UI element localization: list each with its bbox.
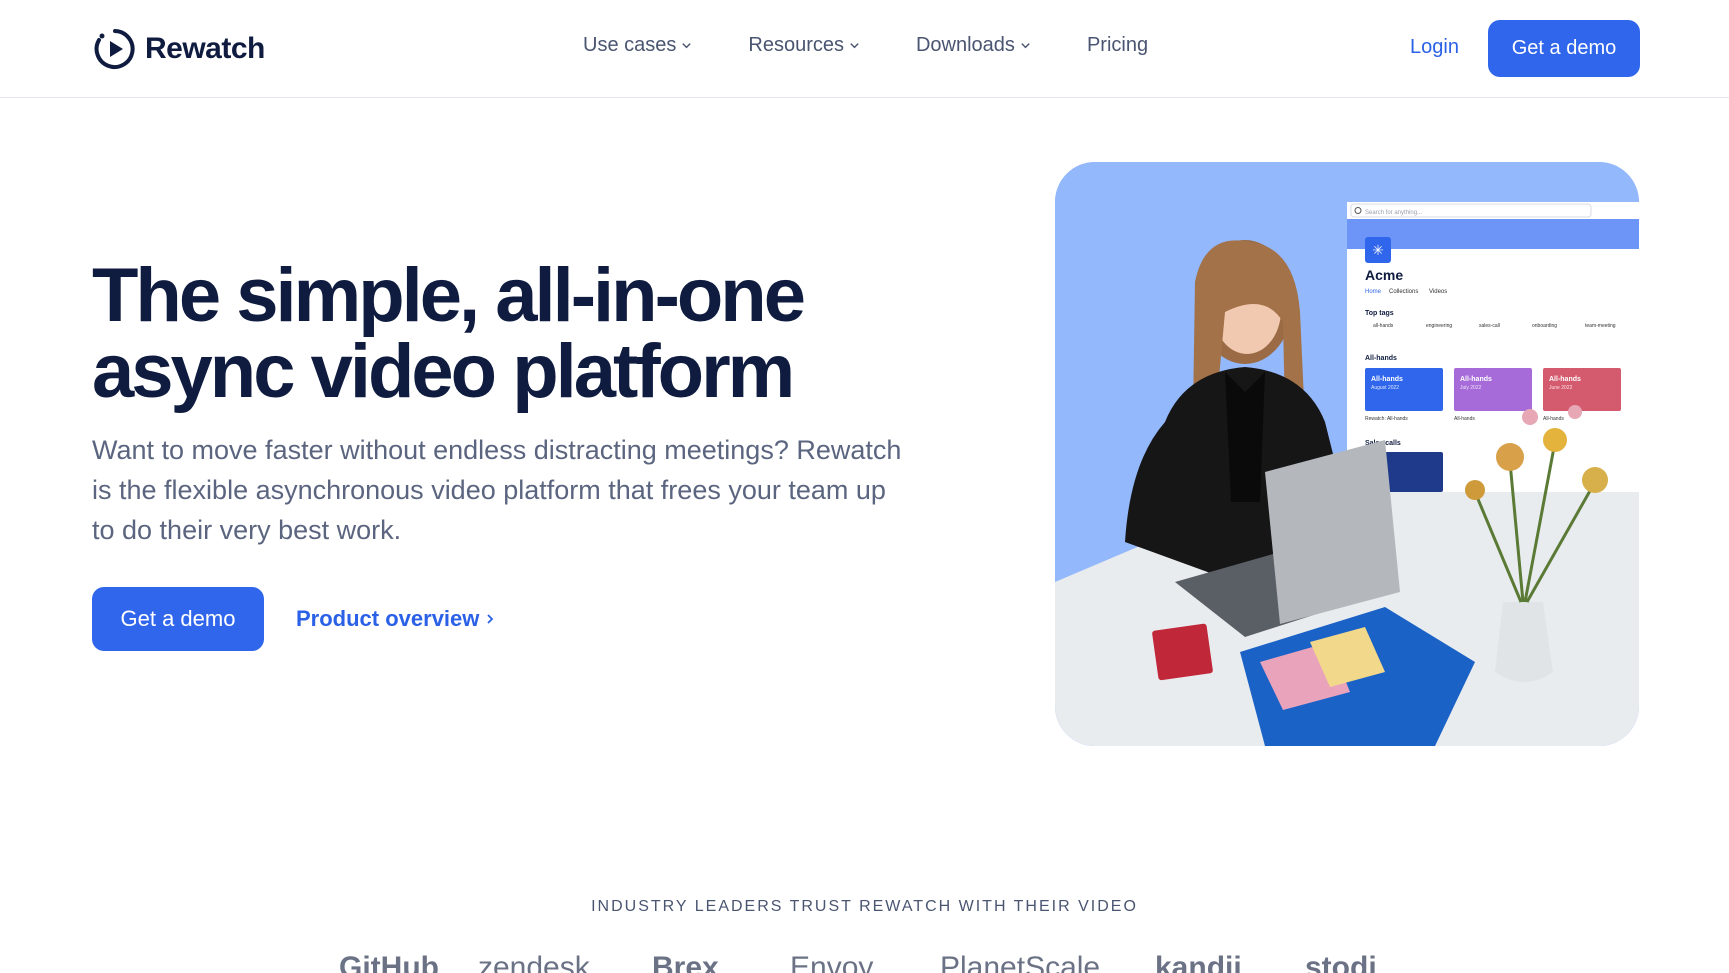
card-subtitle: August 2022	[1371, 385, 1399, 391]
trust-heading: INDUSTRY LEADERS TRUST REWATCH WITH THEI…	[591, 898, 1138, 915]
main-nav: Use cases Resources Downloads Pricing	[583, 34, 1148, 57]
logo-github: GitHub	[339, 951, 439, 973]
chevron-down-icon	[850, 43, 859, 49]
brand-logo[interactable]: Rewatch	[93, 27, 265, 71]
tag: onboarding	[1532, 323, 1557, 329]
card-title: All-hands	[1371, 376, 1403, 383]
logo-kandji: kandji	[1155, 951, 1242, 973]
nav-label: Pricing	[1086, 34, 1149, 56]
chevron-down-icon	[682, 43, 692, 49]
nav-label: Resources	[748, 34, 844, 56]
card-title: All-hands	[1549, 376, 1581, 383]
workspace-icon: ✳	[1372, 243, 1384, 259]
card-subtitle: June 2022	[1549, 385, 1573, 391]
card-caption: Rewatch: All-hands	[1365, 416, 1408, 422]
all-hands-label: All-hands	[1365, 355, 1397, 362]
chevron-right-icon	[487, 614, 494, 624]
logo-brex: Brex	[652, 951, 719, 973]
workspace-name: Acme	[1365, 267, 1403, 283]
card-title: All-hands	[1460, 376, 1492, 383]
tag: sales-call	[1479, 323, 1500, 329]
brand-name: Rewatch	[145, 32, 265, 65]
play-circle-icon	[94, 29, 135, 69]
nav-label: Use cases	[583, 34, 677, 56]
tag: all-hands	[1373, 323, 1394, 329]
mockup-tab: Home	[1365, 289, 1382, 295]
app-mockup: Search for anything... ✳ Acme Home Colle…	[1347, 202, 1639, 492]
mockup-search: Search for anything...	[1365, 210, 1422, 216]
customer-logos: GitHub zendesk Brex Envoy PlanetScale ka…	[0, 948, 1729, 973]
logo-planetscale: PlanetScale	[940, 951, 1101, 973]
card-caption: All-hands	[1454, 416, 1475, 422]
login-link[interactable]: Login	[1410, 36, 1459, 59]
nav-use-cases[interactable]: Use cases	[583, 34, 692, 57]
product-overview-label: Product overview	[296, 606, 480, 631]
nav-downloads[interactable]: Downloads	[916, 34, 1031, 57]
hero-headline: The simple, all-in-one async video platf…	[92, 258, 912, 410]
hero-subtext: Want to move faster without endless dist…	[92, 435, 902, 545]
hero-illustration: Search for anything... ✳ Acme Home Colle…	[1055, 162, 1639, 746]
mockup-tab: Collections	[1389, 289, 1418, 295]
top-tags-label: Top tags	[1365, 310, 1394, 317]
tag: team-meeting	[1585, 323, 1616, 329]
site-header: Rewatch Use cases Resources Downloads Pr…	[0, 0, 1729, 98]
get-demo-button-hero[interactable]: Get a demo	[92, 587, 264, 651]
card-subtitle: July 2022	[1460, 385, 1482, 391]
logo-zendesk: zendesk	[478, 951, 590, 973]
get-demo-button-header[interactable]: Get a demo	[1488, 20, 1640, 77]
nav-label: Downloads	[915, 34, 1015, 56]
snack-packet	[1152, 623, 1213, 681]
hero-image: Search for anything... ✳ Acme Home Colle…	[1055, 162, 1639, 746]
mockup-tab: Videos	[1429, 289, 1447, 295]
logo-envoy: Envoy	[790, 951, 874, 973]
tag: engineering	[1426, 323, 1452, 329]
logo-stodi: stodi	[1305, 951, 1377, 973]
headline-line-2: async video platform	[92, 329, 795, 414]
chevron-down-icon	[1021, 43, 1030, 49]
card-caption: All-hands	[1543, 416, 1564, 422]
product-overview-link[interactable]: Product overview	[296, 606, 495, 632]
headline-line-1: The simple, all-in-one	[92, 253, 806, 338]
nav-pricing[interactable]: Pricing	[1087, 34, 1148, 57]
nav-resources[interactable]: Resources	[748, 34, 860, 57]
